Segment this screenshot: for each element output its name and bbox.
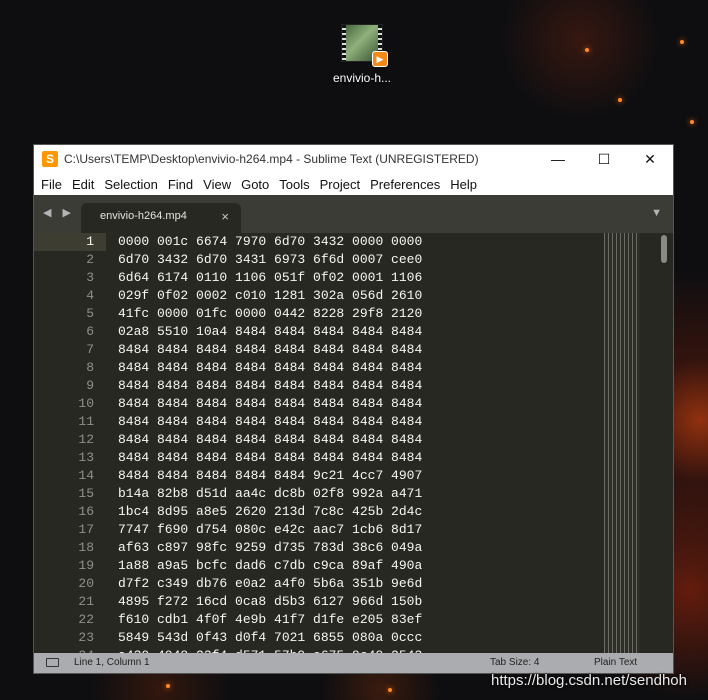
tab-envivio[interactable]: envivio-h264.mp4 × (81, 203, 241, 233)
line-number: 2 (86, 252, 94, 267)
play-badge-icon: ▶ (372, 51, 388, 67)
code-line: 1bc4 8d95 a8e5 2620 213d 7c8c 425b 2d4c (118, 504, 423, 519)
minimap[interactable] (604, 233, 640, 653)
menu-file[interactable]: File (37, 177, 68, 192)
code-line: 41fc 0000 01fc 0000 0442 8228 29f8 2120 (118, 306, 423, 321)
code-line: 8484 8484 8484 8484 8484 8484 8484 8484 (118, 414, 423, 429)
menu-edit[interactable]: Edit (68, 177, 100, 192)
tab-size-indicator[interactable]: Tab Size: 4 (490, 657, 539, 668)
video-file-icon: ▶ (341, 24, 388, 67)
menu-selection[interactable]: Selection (100, 177, 163, 192)
line-number: 21 (78, 594, 94, 609)
code-line: 8484 8484 8484 8484 8484 9c21 4cc7 4907 (118, 468, 423, 483)
editor-area[interactable]: 123456789101112131415161718192021222324 … (34, 233, 673, 653)
menu-help[interactable]: Help (446, 177, 483, 192)
tab-close-icon[interactable]: × (221, 209, 229, 224)
line-number: 23 (78, 630, 94, 645)
line-number: 8 (86, 360, 94, 375)
line-number: 14 (78, 468, 94, 483)
title-bar[interactable]: S C:\Users\TEMP\Desktop\envivio-h264.mp4… (34, 145, 673, 173)
code-line: af63 c897 98fc 9259 d735 783d 38c6 049a (118, 540, 423, 555)
tab-list-dropdown-icon[interactable]: ▼ (651, 207, 662, 219)
line-number: 17 (78, 522, 94, 537)
line-number: 6 (86, 324, 94, 339)
ember-particle (166, 684, 170, 688)
line-number: 5 (86, 306, 94, 321)
sublime-window: S C:\Users\TEMP\Desktop\envivio-h264.mp4… (33, 144, 674, 674)
ember-particle (388, 688, 392, 692)
line-number: 12 (78, 432, 94, 447)
maximize-button[interactable]: ☐ (581, 145, 627, 173)
line-number: 9 (86, 378, 94, 393)
tab-label: envivio-h264.mp4 (100, 210, 187, 222)
code-line: 8484 8484 8484 8484 8484 8484 8484 8484 (118, 378, 423, 393)
tab-bar: ◀ ▶ envivio-h264.mp4 × ▼ (34, 195, 673, 233)
code-line: 6d70 3432 6d70 3431 6973 6f6d 0007 cee0 (118, 252, 423, 267)
line-number: 11 (78, 414, 94, 429)
menu-view[interactable]: View (199, 177, 237, 192)
menu-tools[interactable]: Tools (275, 177, 315, 192)
ember-particle (680, 40, 684, 44)
line-number: 3 (86, 270, 94, 285)
code-line: 7747 f690 d754 080c e42c aac7 1cb6 8d17 (118, 522, 423, 537)
line-number-gutter: 123456789101112131415161718192021222324 (34, 233, 94, 653)
code-line: b14a 82b8 d51d aa4c dc8b 02f8 992a a471 (118, 486, 423, 501)
code-line: 8484 8484 8484 8484 8484 8484 8484 8484 (118, 342, 423, 357)
code-line: 6d64 6174 0110 1106 051f 0f02 0001 1106 (118, 270, 423, 285)
ember-particle (690, 120, 694, 124)
cursor-position: Line 1, Column 1 (74, 657, 150, 668)
code-text[interactable]: 0000 001c 6674 7970 6d70 3432 0000 0000 6… (118, 233, 422, 653)
menu-preferences[interactable]: Preferences (366, 177, 446, 192)
watermark: https://blog.csdn.net/sendhoh (491, 672, 687, 689)
status-bar: Line 1, Column 1 Tab Size: 4 Plain Text (34, 653, 673, 673)
vertical-scrollbar[interactable] (661, 235, 667, 263)
menu-goto[interactable]: Goto (237, 177, 275, 192)
line-number: 22 (78, 612, 94, 627)
code-line: 1a88 a9a5 bcfc dad6 c7db c9ca 89af 490a (118, 558, 423, 573)
menu-bar: File Edit Selection Find View Goto Tools… (34, 173, 673, 195)
window-controls: — ☐ ✕ (535, 145, 673, 173)
line-number: 19 (78, 558, 94, 573)
menu-project[interactable]: Project (316, 177, 366, 192)
desktop-file-icon[interactable]: ▶ envivio-h... (326, 24, 398, 85)
code-line: 029f 0f02 0002 c010 1281 302a 056d 2610 (118, 288, 423, 303)
minimize-button[interactable]: — (535, 145, 581, 173)
code-line: f610 cdb1 4f0f 4e9b 41f7 d1fe e205 83ef (118, 612, 423, 627)
tab-nav-arrows-icon[interactable]: ◀ ▶ (43, 206, 75, 219)
ember-particle (618, 98, 622, 102)
close-button[interactable]: ✕ (627, 145, 673, 173)
line-number: 10 (78, 396, 94, 411)
code-line: 8484 8484 8484 8484 8484 8484 8484 8484 (118, 432, 423, 447)
code-line: d7f2 c349 db76 e0a2 a4f0 5b6a 351b 9e6d (118, 576, 423, 591)
line-number: 1 (86, 234, 94, 249)
code-line: 8484 8484 8484 8484 8484 8484 8484 8484 (118, 396, 423, 411)
code-line: 5849 543d 0f43 d0f4 7021 6855 080a 0ccc (118, 630, 423, 645)
line-number: 4 (86, 288, 94, 303)
line-number: 7 (86, 342, 94, 357)
code-line: 8484 8484 8484 8484 8484 8484 8484 8484 (118, 360, 423, 375)
syntax-indicator[interactable]: Plain Text (594, 657, 637, 668)
menu-find[interactable]: Find (164, 177, 199, 192)
line-number: 16 (78, 504, 94, 519)
console-toggle-icon[interactable] (46, 658, 59, 667)
code-line: 02a8 5510 10a4 8484 8484 8484 8484 8484 (118, 324, 423, 339)
line-number: 18 (78, 540, 94, 555)
line-number: 13 (78, 450, 94, 465)
window-title: C:\Users\TEMP\Desktop\envivio-h264.mp4 -… (64, 152, 479, 166)
code-line: 0000 001c 6674 7970 6d70 3432 0000 0000 (118, 234, 423, 249)
code-line: 4895 f272 16cd 0ca8 d5b3 6127 966d 150b (118, 594, 423, 609)
sublime-logo-icon: S (42, 151, 58, 167)
line-number: 15 (78, 486, 94, 501)
ember-particle (585, 48, 589, 52)
code-line: 8484 8484 8484 8484 8484 8484 8484 8484 (118, 450, 423, 465)
line-number: 20 (78, 576, 94, 591)
desktop-file-label: envivio-h... (332, 71, 392, 85)
